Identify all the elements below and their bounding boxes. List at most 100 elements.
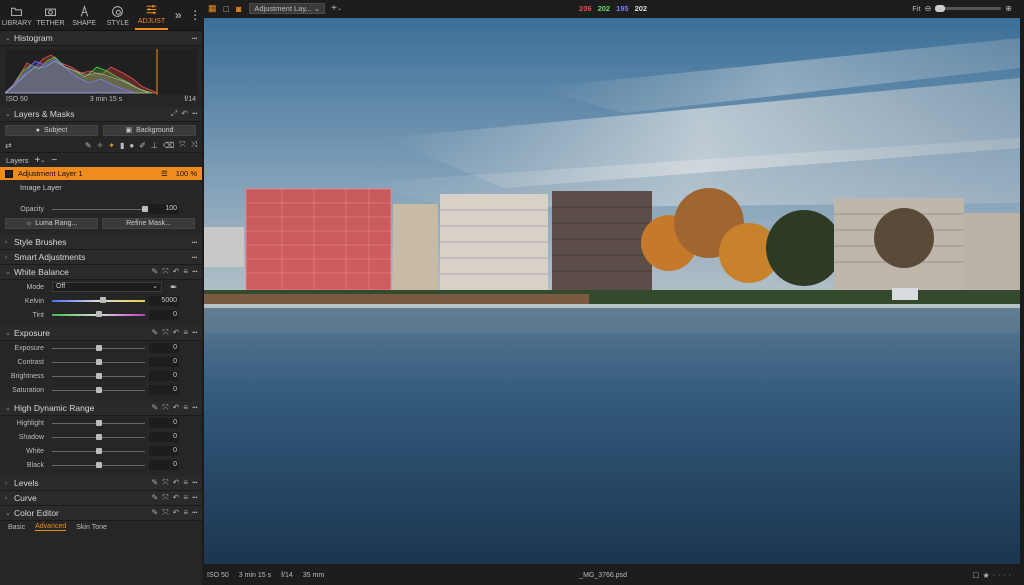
background-button[interactable]: ▣ Background bbox=[103, 124, 196, 136]
magic-brush-icon[interactable]: ✧ bbox=[97, 141, 104, 150]
pencil-icon[interactable]: ✐ bbox=[139, 141, 146, 150]
layer-item-image[interactable]: Image Layer bbox=[0, 180, 202, 194]
tab-menu-icon[interactable]: ⋮ bbox=[188, 0, 202, 30]
single-view-icon[interactable]: □ bbox=[224, 4, 229, 14]
tab-shape[interactable]: SHAPE bbox=[67, 0, 101, 30]
image-viewer[interactable] bbox=[204, 18, 1020, 564]
reset-icon[interactable]: ↶ bbox=[173, 403, 180, 413]
tint-slider[interactable]: Tint 0 bbox=[0, 308, 202, 322]
opacity-track[interactable] bbox=[52, 205, 148, 212]
eyedropper-icon[interactable]: ✒ bbox=[170, 282, 178, 293]
reset-icon[interactable]: ↶ bbox=[181, 109, 188, 119]
white-slider[interactable]: White 0 bbox=[0, 444, 202, 458]
shadow-slider[interactable]: Shadow 0 bbox=[0, 430, 202, 444]
menu-icon[interactable]: ≡ bbox=[183, 508, 188, 518]
brush-icon[interactable]: ✎ bbox=[152, 267, 159, 277]
opacity-slider[interactable]: Opacity 100 bbox=[0, 202, 202, 216]
more-icon[interactable]: ··· bbox=[192, 237, 198, 247]
more-tabs-icon[interactable]: » bbox=[168, 0, 188, 30]
more-icon[interactable]: ··· bbox=[192, 478, 198, 488]
menu-icon[interactable]: ≡ bbox=[183, 267, 188, 277]
more-icon[interactable]: ··· bbox=[192, 252, 198, 262]
copy-icon[interactable]: ⤧ bbox=[162, 493, 168, 503]
tab-advanced[interactable]: Advanced bbox=[35, 523, 67, 531]
copy-icon[interactable]: ⤧ bbox=[162, 328, 168, 338]
layer-item-active[interactable]: Adjustment Layer 1 ☰ 100 % bbox=[0, 167, 202, 180]
mask-view-icon[interactable]: ◙ bbox=[236, 4, 241, 14]
gradient-icon[interactable]: ▮ bbox=[120, 141, 124, 150]
kelvin-slider[interactable]: Kelvin 5000 bbox=[0, 294, 202, 308]
brightness-slider[interactable]: Brightness 0 bbox=[0, 369, 202, 383]
grid-view-icon[interactable]: ▦ bbox=[208, 3, 217, 14]
swap-icon[interactable]: ⇄ bbox=[5, 141, 12, 150]
zoom-in-icon[interactable]: ⊕ bbox=[1005, 4, 1012, 13]
layers-masks-header[interactable]: ⌄ Layers & Masks ⤢ ↶ ··· bbox=[0, 107, 202, 122]
remove-layer-icon[interactable]: − bbox=[51, 155, 57, 166]
zoom-out-icon[interactable]: ⊖ bbox=[925, 4, 932, 13]
menu-icon[interactable]: ≡ bbox=[183, 493, 188, 503]
brush-icon[interactable]: ✎ bbox=[152, 478, 159, 488]
zoom-knob[interactable] bbox=[935, 5, 946, 12]
luma-range-button[interactable]: ☼ Luma Rang... bbox=[5, 217, 98, 229]
style-brushes-header[interactable]: › Style Brushes ··· bbox=[0, 235, 202, 250]
more-icon[interactable]: ··· bbox=[192, 328, 198, 338]
rating-dots[interactable]: ···· bbox=[993, 572, 1014, 579]
more-icon[interactable]: ··· bbox=[192, 33, 198, 43]
tab-library[interactable]: LIBRARY bbox=[0, 0, 34, 30]
fill-icon[interactable]: ⤧ bbox=[179, 140, 185, 150]
copy-icon[interactable]: ⤧ bbox=[162, 267, 168, 277]
slider-knob[interactable] bbox=[95, 372, 102, 379]
radial-icon[interactable]: ● bbox=[129, 141, 134, 150]
histogram-header[interactable]: ⌄ Histogram ··· bbox=[0, 31, 202, 46]
wb-mode-select[interactable]: Off ⌄ bbox=[52, 282, 162, 292]
layer-settings-icon[interactable]: ☰ bbox=[161, 169, 168, 178]
brush-icon[interactable]: ✎ bbox=[152, 493, 159, 503]
kelvin-knob[interactable] bbox=[100, 297, 107, 303]
brush-icon[interactable]: ✎ bbox=[152, 328, 159, 338]
levels-header[interactable]: › Levels ✎ ⤧ ↶ ≡ ··· bbox=[0, 476, 202, 491]
contrast-slider[interactable]: Contrast 0 bbox=[0, 355, 202, 369]
slider-knob[interactable] bbox=[95, 358, 102, 365]
reset-icon[interactable]: ↶ bbox=[173, 328, 180, 338]
color-tag-icon[interactable]: □ bbox=[973, 570, 978, 580]
tint-track[interactable] bbox=[52, 311, 145, 317]
brush-icon[interactable]: ✎ bbox=[85, 141, 92, 150]
auto-mask-icon[interactable]: ⤨ bbox=[191, 140, 197, 150]
more-icon[interactable]: ··· bbox=[192, 267, 198, 277]
highlight-slider[interactable]: Highlight 0 bbox=[0, 416, 202, 430]
more-icon[interactable]: ··· bbox=[192, 109, 198, 119]
tab-basic[interactable]: Basic bbox=[8, 524, 25, 531]
slider-knob[interactable] bbox=[95, 461, 102, 468]
color-editor-header[interactable]: ⌄ Color Editor ✎ ⤧ ↶ ≡ ··· bbox=[0, 506, 202, 521]
opacity-knob[interactable] bbox=[142, 205, 148, 212]
more-icon[interactable]: ··· bbox=[192, 508, 198, 518]
magic-eraser-icon[interactable]: ✦ bbox=[108, 141, 115, 150]
layer-select[interactable]: Adjustment Lay... ⌄ bbox=[249, 3, 326, 14]
kelvin-track[interactable] bbox=[52, 297, 145, 303]
reset-icon[interactable]: ↶ bbox=[173, 493, 180, 503]
chevron-down-icon[interactable]: ⌄ bbox=[337, 5, 342, 12]
hdr-header[interactable]: ⌄ High Dynamic Range ✎ ⤧ ↶ ≡ ··· bbox=[0, 401, 202, 416]
menu-icon[interactable]: ≡ bbox=[183, 403, 188, 413]
zoom-label[interactable]: Fit bbox=[912, 4, 920, 13]
refine-mask-button[interactable]: Refine Mask... bbox=[102, 217, 195, 229]
brush-icon[interactable]: ✎ bbox=[152, 403, 159, 413]
slider-knob[interactable] bbox=[95, 447, 102, 454]
reset-icon[interactable]: ↶ bbox=[173, 508, 180, 518]
reset-icon[interactable]: ↶ bbox=[173, 478, 180, 488]
star-icon[interactable]: ★ bbox=[983, 571, 990, 580]
tint-knob[interactable] bbox=[95, 311, 102, 317]
curve-header[interactable]: › Curve ✎ ⤧ ↶ ≡ ··· bbox=[0, 491, 202, 506]
slider-knob[interactable] bbox=[95, 419, 102, 426]
reset-icon[interactable]: ↶ bbox=[173, 267, 180, 277]
smart-adjustments-header[interactable]: › Smart Adjustments ··· bbox=[0, 250, 202, 265]
black-slider[interactable]: Black 0 bbox=[0, 458, 202, 472]
stamp-icon[interactable]: ⊥ bbox=[151, 141, 158, 150]
menu-icon[interactable]: ≡ bbox=[183, 328, 188, 338]
more-icon[interactable]: ··· bbox=[192, 403, 198, 413]
checkbox-icon[interactable] bbox=[5, 169, 13, 178]
exposure-header[interactable]: ⌄ Exposure ✎ ⤧ ↶ ≡ ··· bbox=[0, 326, 202, 341]
subject-button[interactable]: ● Subject bbox=[5, 124, 98, 136]
menu-icon[interactable]: ≡ bbox=[183, 478, 188, 488]
slider-knob[interactable] bbox=[95, 433, 102, 440]
